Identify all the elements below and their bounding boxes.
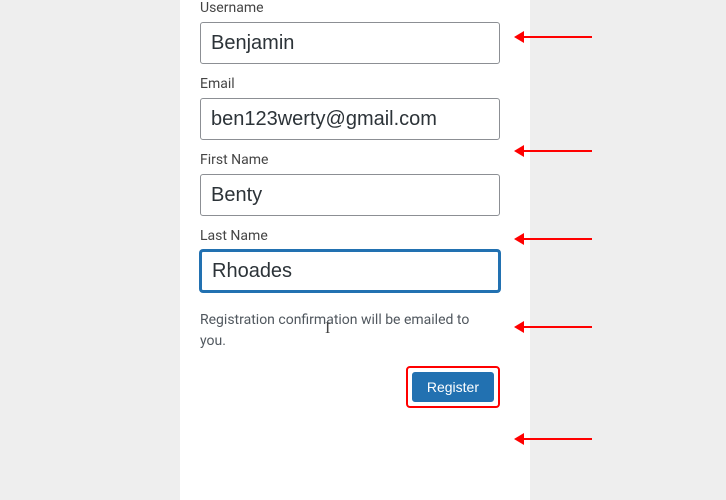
annotation-arrow-icon <box>522 326 592 328</box>
email-input[interactable] <box>200 98 500 140</box>
register-button[interactable]: Register <box>412 372 494 402</box>
username-input[interactable] <box>200 22 500 64</box>
annotation-arrow-icon <box>522 150 592 152</box>
annotation-arrow-icon <box>522 36 592 38</box>
text-cursor-icon: I <box>325 320 330 338</box>
last-name-input[interactable] <box>200 250 500 292</box>
annotation-arrow-icon <box>522 438 592 440</box>
email-label: Email <box>200 76 510 92</box>
first-name-label: First Name <box>200 152 510 168</box>
username-label: Username <box>200 0 510 16</box>
confirmation-text: Registration confirmation will be emaile… <box>200 310 490 352</box>
last-name-label: Last Name <box>200 228 510 244</box>
register-highlight-box: Register <box>406 366 500 408</box>
username-field-group: Username <box>200 0 510 64</box>
email-field-group: Email <box>200 76 510 140</box>
first-name-input[interactable] <box>200 174 500 216</box>
register-row: Register <box>200 366 500 408</box>
annotation-arrow-icon <box>522 238 592 240</box>
first-name-field-group: First Name <box>200 152 510 216</box>
last-name-field-group: Last Name <box>200 228 510 292</box>
registration-form: Username Email First Name Last Name Regi… <box>180 0 530 500</box>
